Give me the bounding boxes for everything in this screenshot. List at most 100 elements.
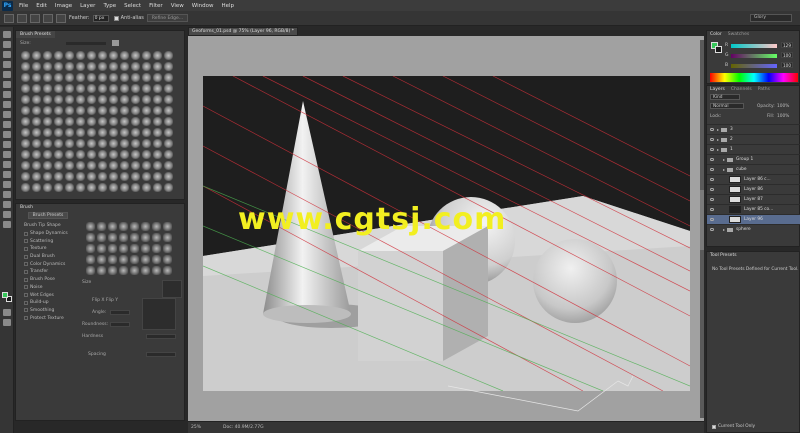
hand-tool-icon[interactable] (3, 211, 11, 218)
brush-preset-thumb[interactable] (87, 84, 96, 93)
brush-preset-thumb[interactable] (153, 128, 162, 137)
brush-tip-thumb[interactable] (86, 266, 95, 275)
menu-help[interactable]: Help (221, 3, 234, 9)
add-selection-icon[interactable] (30, 13, 40, 23)
brush-tip-thumb[interactable] (97, 244, 106, 253)
brush-preset-thumb[interactable] (142, 62, 151, 71)
brush-preset-thumb[interactable] (21, 73, 30, 82)
brush-preset-thumb[interactable] (153, 161, 162, 170)
hardness-input[interactable] (146, 334, 176, 339)
brush-preset-thumb[interactable] (87, 161, 96, 170)
menu-filter[interactable]: Filter (149, 3, 163, 9)
brush-preset-thumb[interactable] (87, 150, 96, 159)
crop-tool-icon[interactable] (3, 71, 11, 78)
brush-preset-thumb[interactable] (164, 73, 173, 82)
vertical-scrollbar[interactable] (700, 40, 704, 418)
brush-tip-thumb[interactable] (152, 233, 161, 242)
brush-preset-thumb[interactable] (131, 117, 140, 126)
history-brush-tool-icon[interactable] (3, 121, 11, 128)
brush-tip-thumb[interactable] (119, 244, 128, 253)
brush-preset-thumb[interactable] (43, 172, 52, 181)
brush-preset-thumb[interactable] (54, 139, 63, 148)
brush-preset-thumb[interactable] (65, 106, 74, 115)
brush-preset-thumb[interactable] (32, 51, 41, 60)
brush-preset-thumb[interactable] (21, 161, 30, 170)
brush-preset-thumb[interactable] (120, 95, 129, 104)
move-tool-icon[interactable] (3, 31, 11, 38)
brush-preset-thumb[interactable] (32, 117, 41, 126)
visibility-eye-icon[interactable] (710, 168, 714, 171)
brush-preset-thumb[interactable] (32, 95, 41, 104)
brush-tip-thumb[interactable] (119, 233, 128, 242)
scrollbar-thumb[interactable] (700, 190, 704, 250)
brush-preset-thumb[interactable] (153, 183, 162, 192)
visibility-eye-icon[interactable] (710, 158, 714, 161)
brush-preset-thumb[interactable] (131, 150, 140, 159)
intersect-selection-icon[interactable] (56, 13, 66, 23)
brush-preset-thumb[interactable] (87, 183, 96, 192)
brush-preset-thumb[interactable] (32, 84, 41, 93)
brush-preset-thumb[interactable] (76, 95, 85, 104)
brush-tip-thumb[interactable] (86, 255, 95, 264)
brush-preset-thumb[interactable] (43, 139, 52, 148)
brush-preset-thumb[interactable] (87, 73, 96, 82)
brush-preset-thumb[interactable] (153, 139, 162, 148)
green-value[interactable]: 100 (781, 52, 793, 58)
brush-preset-thumb[interactable] (98, 172, 107, 181)
brush-preset-thumb[interactable] (98, 51, 107, 60)
brush-preset-thumb[interactable] (98, 95, 107, 104)
brush-tip-thumb[interactable] (97, 222, 106, 231)
expand-arrow-icon[interactable]: ▸ (717, 147, 719, 152)
blue-slider[interactable] (731, 64, 777, 68)
roundness-input[interactable] (110, 322, 130, 327)
brush-preset-thumb[interactable] (109, 62, 118, 71)
brush-tip-thumb[interactable] (163, 255, 172, 264)
current-tool-only-checkbox[interactable] (712, 424, 716, 429)
color-spectrum[interactable] (710, 73, 798, 82)
brush-preset-thumb[interactable] (65, 161, 74, 170)
brush-preset-thumb[interactable] (43, 106, 52, 115)
brush-preset-thumb[interactable] (109, 183, 118, 192)
expand-arrow-icon[interactable]: ▸ (723, 157, 725, 162)
brush-preset-thumb[interactable] (54, 117, 63, 126)
angle-input[interactable] (110, 310, 130, 315)
brush-preset-thumb[interactable] (98, 106, 107, 115)
brush-preset-thumb[interactable] (87, 51, 96, 60)
opacity-value[interactable]: 100% (777, 104, 789, 109)
brush-preset-thumb[interactable] (32, 150, 41, 159)
layer-row[interactable]: Layer 87 (707, 194, 800, 204)
brush-tip-thumb[interactable] (108, 266, 117, 275)
brush-preset-thumb[interactable] (54, 161, 63, 170)
brush-preset-thumb[interactable] (120, 161, 129, 170)
brush-preset-thumb[interactable] (164, 139, 173, 148)
brush-preset-thumb[interactable] (76, 117, 85, 126)
brush-tip-thumb[interactable] (108, 233, 117, 242)
brush-preset-thumb[interactable] (54, 95, 63, 104)
brush-preset-thumb[interactable] (153, 84, 162, 93)
brush-preset-thumb[interactable] (87, 172, 96, 181)
brush-preset-thumb[interactable] (87, 128, 96, 137)
brush-tip-thumb[interactable] (163, 233, 172, 242)
path-select-tool-icon[interactable] (3, 191, 11, 198)
brush-setting-item[interactable]: Shape Dynamics (24, 230, 82, 238)
quick-select-tool-icon[interactable] (3, 61, 11, 68)
brush-preset-thumb[interactable] (76, 73, 85, 82)
brush-preset-thumb[interactable] (109, 73, 118, 82)
brush-preset-thumb[interactable] (131, 172, 140, 181)
menu-type[interactable]: Type (103, 3, 116, 9)
brush-preset-thumb[interactable] (142, 106, 151, 115)
blur-tool-icon[interactable] (3, 151, 11, 158)
tab-channels[interactable]: Channels (731, 87, 752, 92)
brush-preset-thumb[interactable] (142, 161, 151, 170)
brush-preset-thumb[interactable] (164, 128, 173, 137)
brush-preset-thumb[interactable] (21, 62, 30, 71)
brush-preset-thumb[interactable] (142, 73, 151, 82)
brush-preset-thumb[interactable] (164, 62, 173, 71)
brush-preset-thumb[interactable] (32, 128, 41, 137)
tool-preset-icon[interactable] (4, 13, 14, 23)
brush-preset-thumb[interactable] (109, 172, 118, 181)
brush-preset-thumb[interactable] (76, 84, 85, 93)
brush-setting-item[interactable]: Color Dynamics (24, 260, 82, 268)
brush-setting-item[interactable]: Smoothing (24, 307, 82, 315)
brush-tip-thumb[interactable] (130, 244, 139, 253)
